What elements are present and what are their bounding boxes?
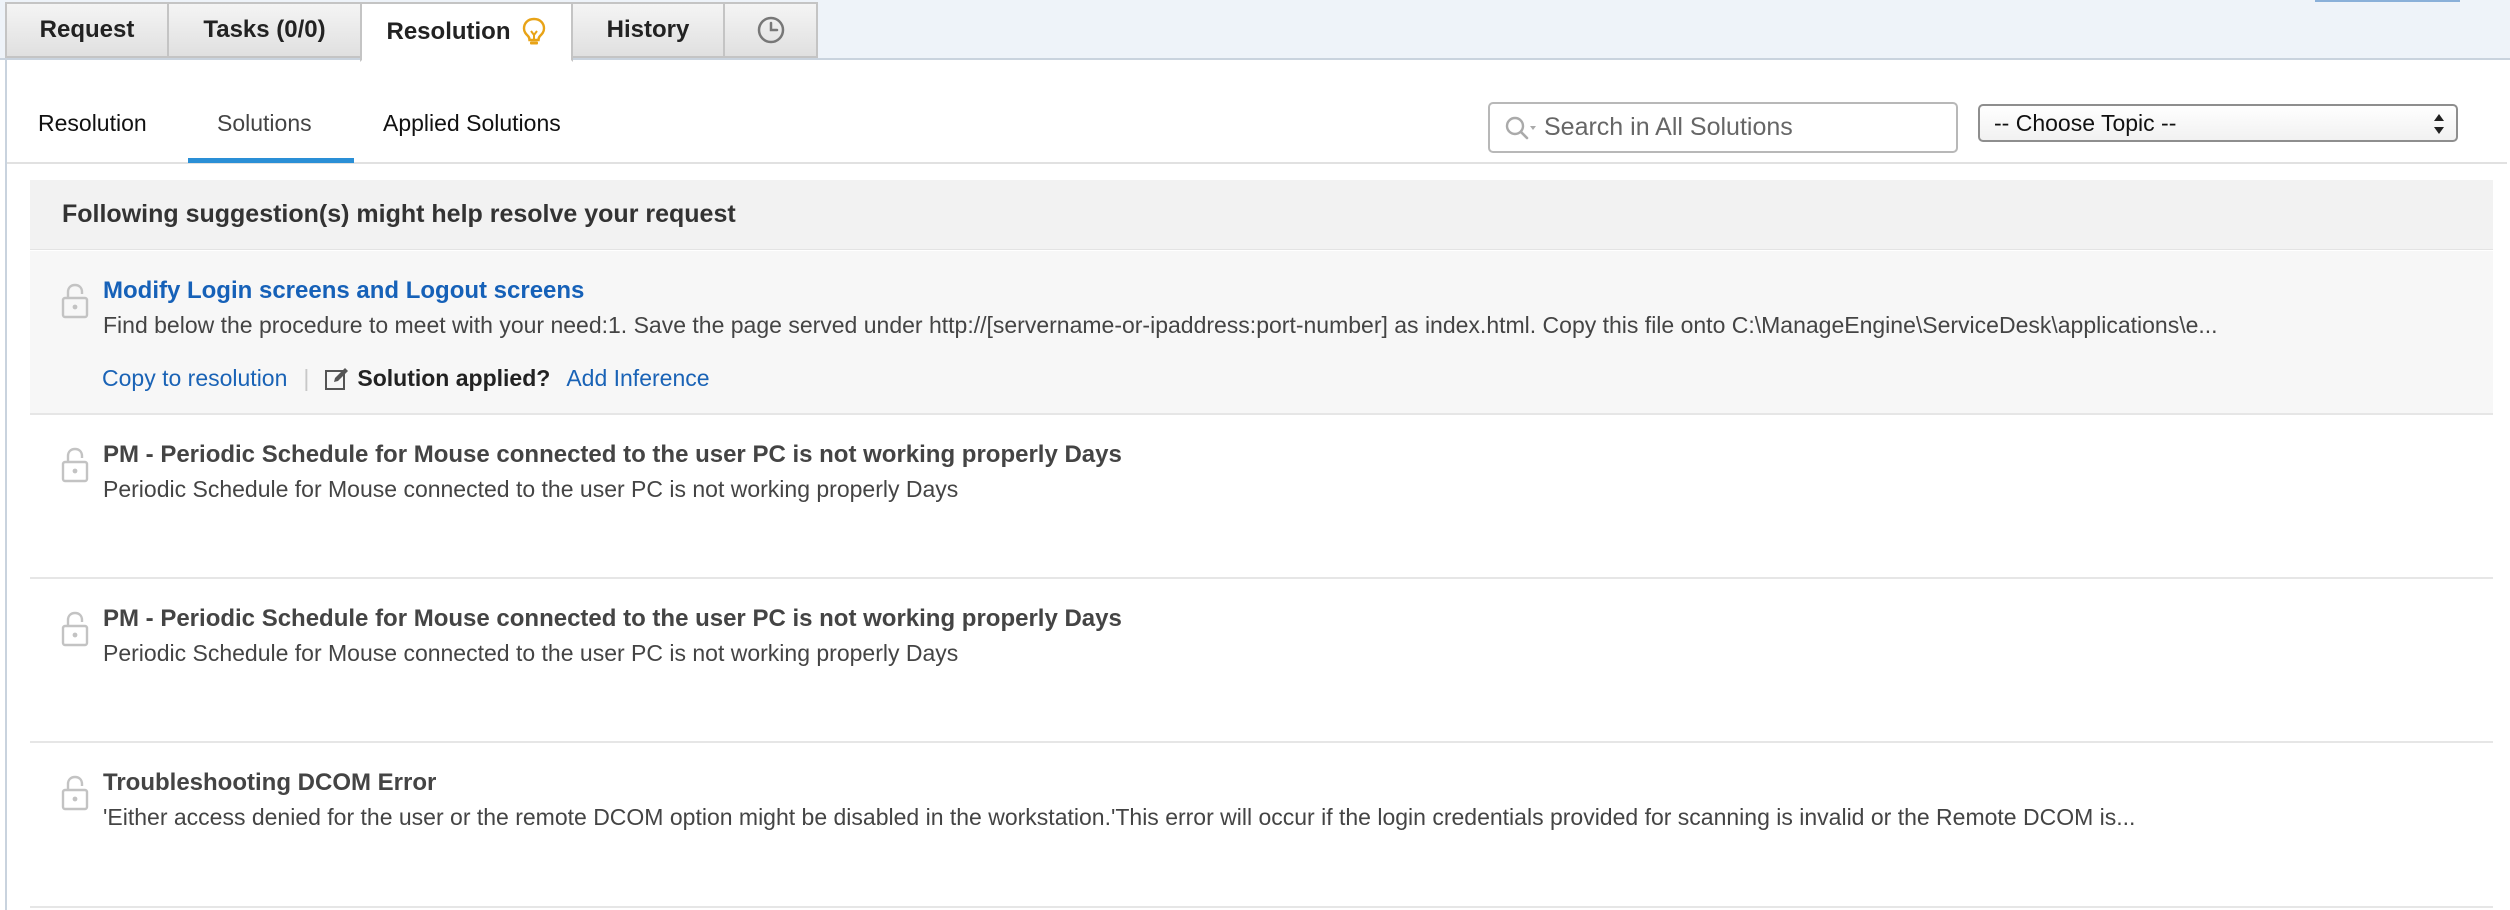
solution-actions: Copy to resolution | Solution applied? A… — [102, 365, 710, 392]
unlock-icon — [61, 447, 89, 483]
resolution-panel: Resolution Solutions Applied Solutions -… — [5, 60, 2510, 910]
search-icon — [1505, 116, 1536, 139]
solution-item: PM - Periodic Schedule for Mouse connect… — [30, 579, 2493, 743]
solution-applied-label: Solution applied? — [357, 365, 551, 391]
solution-description: Find below the procedure to meet with yo… — [103, 312, 2218, 338]
lightbulb-icon — [522, 17, 545, 45]
suggestions-header: Following suggestion(s) might help resol… — [30, 180, 2493, 250]
solution-description: Periodic Schedule for Mouse connected to… — [103, 476, 959, 502]
solutions-search-box[interactable] — [1488, 102, 1958, 153]
add-inference-link[interactable]: Add Inference — [566, 365, 709, 392]
active-subtab-indicator — [188, 158, 354, 163]
sub-tab-bar: Resolution Solutions Applied Solutions -… — [7, 60, 2507, 164]
unlock-icon — [61, 775, 89, 811]
subtab-resolution[interactable]: Resolution — [38, 110, 147, 137]
tab-resolution-label: Resolution — [386, 18, 511, 45]
solution-description: 'Either access denied for the user or th… — [103, 804, 2136, 830]
subtab-solutions[interactable]: Solutions — [217, 110, 312, 137]
solution-title-link[interactable]: Modify Login screens and Logout screens — [103, 277, 584, 305]
main-tabs: Request Tasks (0/0) Resolution History — [5, 2, 818, 62]
copy-to-resolution-link[interactable]: Copy to resolution — [102, 365, 287, 392]
tab-history[interactable]: History — [573, 2, 723, 58]
topic-select-value: -- Choose Topic -- — [1994, 109, 2177, 136]
edit-icon — [325, 367, 349, 390]
choose-topic-select[interactable]: -- Choose Topic -- — [1978, 104, 2458, 142]
search-input[interactable] — [1544, 113, 1944, 142]
tab-recent[interactable] — [723, 2, 818, 58]
solution-item: Troubleshooting DCOM Error 'Either acces… — [30, 743, 2493, 908]
clock-icon — [757, 16, 784, 44]
top-tab-strip: Request Tasks (0/0) Resolution History — [0, 0, 2510, 62]
solution-title[interactable]: PM - Periodic Schedule for Mouse connect… — [103, 441, 1122, 469]
select-arrows-icon — [2434, 114, 2444, 134]
action-separator: | — [303, 365, 310, 391]
tab-request-label: Request — [39, 16, 135, 43]
solution-item: Modify Login screens and Logout screens … — [30, 251, 2493, 415]
tab-tasks-label: Tasks (0/0) — [203, 16, 326, 43]
solution-title[interactable]: Troubleshooting DCOM Error — [103, 769, 436, 797]
tab-history-label: History — [606, 16, 690, 43]
tab-tasks[interactable]: Tasks (0/0) — [167, 2, 360, 58]
unlock-icon — [61, 283, 89, 319]
subtab-applied-solutions[interactable]: Applied Solutions — [383, 110, 561, 137]
solution-title[interactable]: PM - Periodic Schedule for Mouse connect… — [103, 605, 1122, 633]
top-right-button[interactable] — [2315, 0, 2460, 2]
tab-request[interactable]: Request — [5, 2, 167, 58]
tab-resolution[interactable]: Resolution — [360, 2, 573, 62]
solution-item: PM - Periodic Schedule for Mouse connect… — [30, 415, 2493, 579]
unlock-icon — [61, 611, 89, 647]
solution-description: Periodic Schedule for Mouse connected to… — [103, 640, 959, 666]
